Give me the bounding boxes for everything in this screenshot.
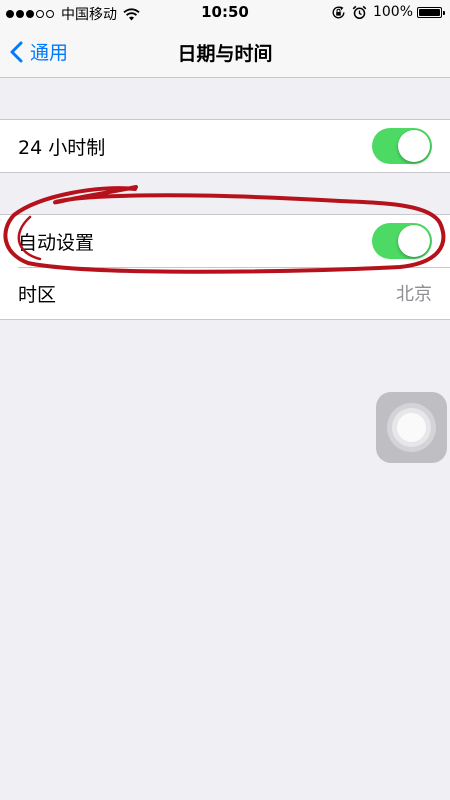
setting-label-time-zone: 时区 (18, 283, 57, 306)
setting-label-auto-set: 自动设置 (18, 231, 95, 254)
toggle-knob (398, 225, 430, 257)
toggle-knob (398, 130, 430, 162)
battery-level (419, 8, 440, 16)
assistive-touch-center (397, 413, 426, 442)
assistive-touch-icon (387, 403, 436, 452)
settings-screen: 中国移动 10:50 100% 通用 日期与时间 24 小时制 自动设置 时区 … (0, 0, 450, 800)
settings-group-time-format: 24 小时制 (0, 119, 450, 173)
battery-icon (417, 6, 445, 18)
assistive-touch-ring (392, 408, 431, 447)
page-title: 日期与时间 (177, 43, 273, 65)
setting-value-time-zone: 北京 (396, 284, 432, 305)
alarm-icon (352, 5, 367, 20)
toggle-24-hour[interactable] (372, 128, 432, 164)
battery-tip (443, 10, 445, 15)
settings-group-date-time: 自动设置 时区 北京 (0, 214, 450, 320)
setting-row-time-zone[interactable]: 时区 北京 (0, 267, 450, 319)
toggle-auto-set[interactable] (372, 223, 432, 259)
setting-row-24-hour: 24 小时制 (0, 120, 450, 172)
assistive-touch-button[interactable] (376, 392, 447, 463)
setting-label-24-hour: 24 小时制 (18, 136, 106, 159)
navigation-bar: 通用 日期与时间 (0, 26, 450, 78)
battery-percent: 100% (372, 4, 413, 20)
orientation-lock-icon (331, 5, 346, 20)
status-bar: 中国移动 10:50 100% (0, 0, 450, 26)
status-right: 100% (331, 4, 445, 20)
setting-row-auto-set: 自动设置 (0, 215, 450, 267)
